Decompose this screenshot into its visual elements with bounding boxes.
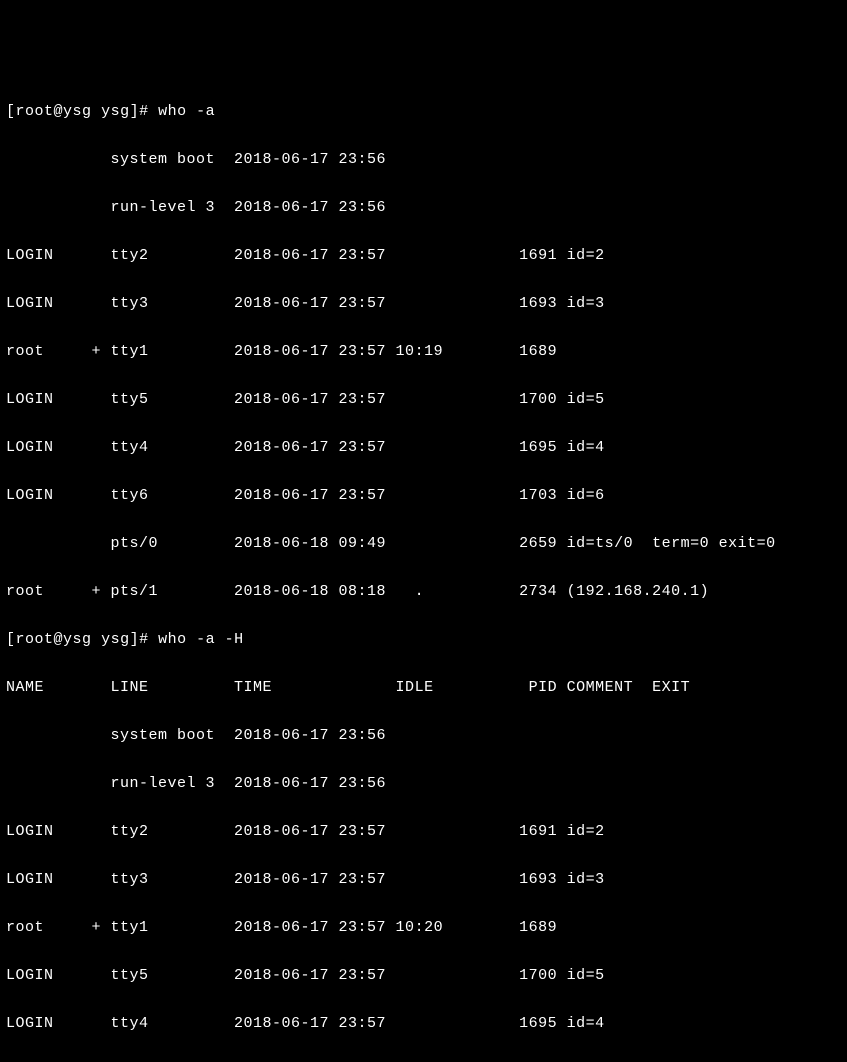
prompt-line-1[interactable]: [root@ysg ysg]# who -a (6, 100, 841, 124)
command-text: who -a (158, 103, 215, 120)
output-row: LOGIN tty5 2018-06-17 23:57 1700 id=5 (6, 964, 841, 988)
prompt-user: root (16, 103, 54, 120)
output-row: LOGIN tty6 2018-06-17 23:57 1703 id=6 (6, 1060, 841, 1062)
output-row: LOGIN tty3 2018-06-17 23:57 1693 id=3 (6, 292, 841, 316)
output-row: LOGIN tty2 2018-06-17 23:57 1691 id=2 (6, 244, 841, 268)
prompt-cwd: ysg (101, 631, 130, 648)
output-row: run-level 3 2018-06-17 23:56 (6, 196, 841, 220)
prompt-line-2[interactable]: [root@ysg ysg]# who -a -H (6, 628, 841, 652)
output-row: pts/0 2018-06-18 09:49 2659 id=ts/0 term… (6, 532, 841, 556)
output-row: LOGIN tty3 2018-06-17 23:57 1693 id=3 (6, 868, 841, 892)
output-row: root + tty1 2018-06-17 23:57 10:19 1689 (6, 340, 841, 364)
output-row: root + pts/1 2018-06-18 08:18 . 2734 (19… (6, 580, 841, 604)
output-row: root + tty1 2018-06-17 23:57 10:20 1689 (6, 916, 841, 940)
output-header: NAME LINE TIME IDLE PID COMMENT EXIT (6, 676, 841, 700)
output-row: LOGIN tty6 2018-06-17 23:57 1703 id=6 (6, 484, 841, 508)
output-row: run-level 3 2018-06-17 23:56 (6, 772, 841, 796)
output-row: LOGIN tty2 2018-06-17 23:57 1691 id=2 (6, 820, 841, 844)
prompt-hash: # (139, 631, 158, 648)
output-row: system boot 2018-06-17 23:56 (6, 148, 841, 172)
prompt-at: @ (54, 103, 64, 120)
command-text: who -a -H (158, 631, 244, 648)
prompt-host: ysg (63, 631, 92, 648)
prompt-at: @ (54, 631, 64, 648)
prompt-host: ysg (63, 103, 92, 120)
prompt-space (92, 103, 102, 120)
prompt-space (92, 631, 102, 648)
prompt-bracket-close: ] (130, 631, 140, 648)
prompt-bracket-open: [ (6, 631, 16, 648)
prompt-bracket-open: [ (6, 103, 16, 120)
prompt-cwd: ysg (101, 103, 130, 120)
prompt-hash: # (139, 103, 158, 120)
prompt-bracket-close: ] (130, 103, 140, 120)
output-row: LOGIN tty5 2018-06-17 23:57 1700 id=5 (6, 388, 841, 412)
output-row: LOGIN tty4 2018-06-17 23:57 1695 id=4 (6, 436, 841, 460)
output-row: LOGIN tty4 2018-06-17 23:57 1695 id=4 (6, 1012, 841, 1036)
output-row: system boot 2018-06-17 23:56 (6, 724, 841, 748)
prompt-user: root (16, 631, 54, 648)
